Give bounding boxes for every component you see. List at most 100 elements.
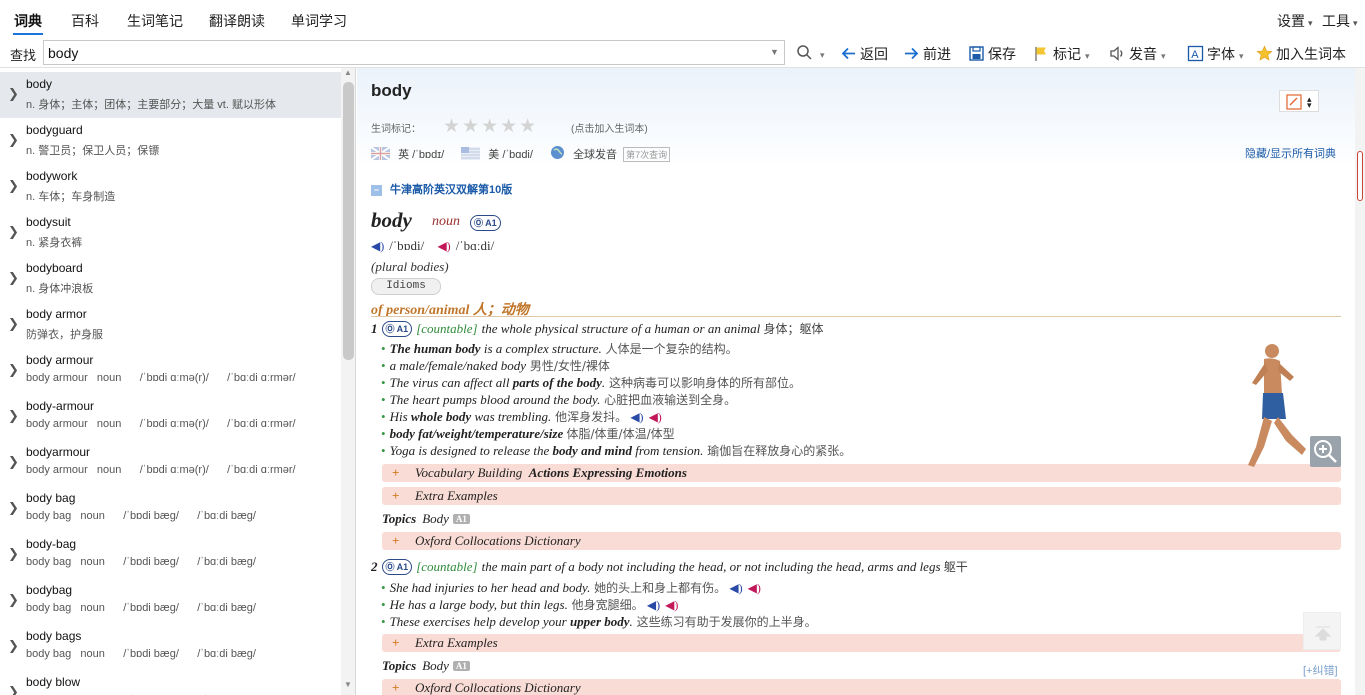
us-speaker-icon[interactable]: ◀) [649, 410, 662, 425]
global-pronunciation-link[interactable]: 全球发音 [573, 149, 617, 161]
us-flag-icon[interactable] [461, 147, 481, 160]
word-list-item[interactable]: ❯ body n. 身体；主体；团体；主要部分；大量 vt. 赋以形体 [0, 72, 341, 118]
collocations-bar[interactable]: + Oxford Collocations Dictionary [382, 532, 1341, 550]
report-error-link[interactable]: [+纠错] [1303, 662, 1338, 678]
extra-examples-bar[interactable]: + Extra Examples [382, 487, 1341, 505]
definition-scrollbar[interactable] [1355, 68, 1365, 695]
history-dropdown-icon[interactable]: ▼ [770, 47, 779, 57]
uk-speaker-icon[interactable]: ◀) [371, 239, 384, 254]
chevron-down-icon: ▾ [1308, 18, 1313, 28]
forward-button[interactable]: 前进 [903, 44, 951, 64]
word-list-item[interactable]: ❯ bodybag body bag noun /ˈbɒdi bæɡ/ /ˈbɑːd… [0, 578, 341, 624]
chevron-right-icon: ❯ [8, 684, 19, 695]
search-toolbar: 查找 ▼ ▾ 返回 前进 保存 标记 ▾ 发音 ▾ A 字体 ▾ 加入生词本 [0, 38, 1365, 68]
vocab-building-bar[interactable]: + Vocabulary Building Actions Expressing… [382, 464, 1341, 482]
topic-link[interactable]: Body [422, 658, 449, 673]
word-list-item[interactable]: ❯ bodywork n. 车体；车身制造 [0, 164, 341, 210]
top-menu-bar: 词典 百科 生词笔记 翻译朗读 单词学习 设置 ▾ 工具 ▾ [0, 0, 1365, 38]
collapse-icon[interactable]: − [371, 185, 382, 196]
zoom-image-button[interactable] [1310, 436, 1341, 467]
extra-examples-label: Extra Examples [415, 488, 498, 503]
bullet-icon: • [381, 580, 386, 595]
word-list-item[interactable]: ❯ body-bag body bag noun /ˈbɒdi bæɡ/ /ˈbɑː… [0, 532, 341, 578]
list-item-definition: body armour noun /ˈbɒdi ɑːmə(r)/ /ˈbɑːdi… [26, 418, 296, 430]
back-to-top-button[interactable] [1303, 612, 1341, 650]
word-header: body ▴ ▾ 生词标记： ★★★★★ (点击加入生词本) 英 /ˈbɒdɪ/… [357, 68, 1355, 168]
settings-menu[interactable]: 设置 ▾ [1277, 11, 1313, 31]
dictionary-name: 牛津高阶英汉双解第10版 [390, 184, 513, 196]
tab-word-learning[interactable]: 单词学习 [291, 11, 347, 31]
font-button[interactable]: A 字体 ▾ [1187, 44, 1244, 64]
tab-dictionary[interactable]: 词典 [14, 11, 42, 31]
extra-examples-bar[interactable]: + Extra Examples [382, 634, 1341, 652]
example-text: He has a large body, but thin legs. [389, 597, 568, 612]
example-sentence: • body fat/weight/temperature/size 体脂/体重/… [381, 425, 675, 442]
us-speaker-icon[interactable]: ◀) [665, 598, 678, 613]
bullet-icon: • [381, 358, 386, 373]
forward-label: 前进 [923, 46, 951, 62]
example-text: The heart pumps blood around the body. [389, 392, 601, 407]
star-rating[interactable]: ★★★★★ [443, 115, 538, 138]
globe-icon[interactable] [550, 145, 565, 160]
uk-ipa: /ˈbɒdɪ/ [412, 149, 445, 161]
running-man-illustration [1248, 344, 1306, 467]
definition-zh: 躯干 [943, 560, 968, 574]
tab-translate[interactable]: 翻译朗读 [209, 11, 265, 31]
mark-label: 标记 [1053, 46, 1081, 62]
idioms-button[interactable]: Idioms [371, 278, 441, 295]
tab-vocab-notes[interactable]: 生词笔记 [127, 11, 183, 31]
scrollbar-thumb[interactable] [343, 82, 354, 360]
toggle-dictionaries-link[interactable]: 隐藏/显示所有词典 [1245, 145, 1336, 161]
collocations-bar[interactable]: + Oxford Collocations Dictionary [382, 679, 1341, 695]
sense-1: 1 Ⓞ A1 [countable] the whole physical struc… [371, 320, 823, 337]
scroll-down-icon[interactable]: ▼ [344, 680, 352, 689]
word-list-item[interactable]: ❯ bodysuit n. 紧身衣裤 [0, 210, 341, 256]
list-item-word: body bag [26, 491, 76, 505]
arrow-left-icon [841, 47, 855, 60]
search-input[interactable] [43, 40, 785, 65]
collocations-label: Oxford Collocations Dictionary [415, 533, 581, 548]
us-phonetic: /ˈbɑːdi/ [455, 238, 495, 253]
word-list-item[interactable]: ❯ body bag body bag noun /ˈbɒdi bæɡ/ /ˈbɑː… [0, 486, 341, 532]
word-list-item[interactable]: ❯ body armour body armour noun /ˈbɒdi ɑːmə… [0, 348, 341, 394]
chevron-down-icon: ▾ [1085, 51, 1090, 61]
scroll-up-icon[interactable]: ▲ [344, 68, 352, 77]
search-button[interactable]: ▾ [796, 44, 825, 61]
vocab-mark-label: 生词标记： [371, 124, 421, 135]
word-list-item[interactable]: ❯ bodyguard n. 警卫员；保卫人员；保镖 [0, 118, 341, 164]
tab-encyclopedia[interactable]: 百科 [71, 11, 99, 31]
bullet-icon: • [381, 409, 386, 424]
add-wordbook-button[interactable]: 加入生词本 [1256, 44, 1346, 64]
entry-headword: body [371, 208, 412, 232]
save-button[interactable]: 保存 [968, 44, 1016, 64]
uk-flag-icon[interactable] [371, 147, 390, 160]
word-list-item[interactable]: ❯ bodyarmour body armour noun /ˈbɒdi ɑːmə(… [0, 440, 341, 486]
word-list-item[interactable]: ❯ body-armour body armour noun /ˈbɒdi ɑːmə… [0, 394, 341, 440]
us-speaker-icon[interactable]: ◀) [437, 239, 450, 254]
bullet-icon: • [381, 597, 386, 612]
tools-menu[interactable]: 工具 ▾ [1322, 11, 1358, 31]
uk-speaker-icon[interactable]: ◀) [729, 581, 742, 596]
scrollbar-thumb[interactable] [1357, 151, 1363, 201]
display-options-button[interactable]: ▴ ▾ [1279, 90, 1319, 112]
chevron-right-icon: ❯ [8, 454, 19, 469]
word-list-item[interactable]: ❯body blowbody blow noun /ˈbɒdi bləʊ/ /ˈ… [0, 670, 341, 695]
word-list-item[interactable]: ❯ body armor 防弹衣，护身服 [0, 302, 341, 348]
pronunciation-row: 英 /ˈbɒdɪ/ 美 /ˈbɑdi/ 全球发音 第7次查询 [371, 145, 671, 162]
chevron-down-icon: ▾ [1307, 100, 1312, 110]
uk-speaker-icon[interactable]: ◀) [630, 410, 643, 425]
word-list-item[interactable]: ❯ bodyboard n. 身体冲浪板 [0, 256, 341, 302]
uk-speaker-icon[interactable]: ◀) [647, 598, 660, 613]
example-text: from tension. [632, 443, 704, 458]
example-sentence: • She had injuries to her head and body. … [381, 579, 766, 596]
back-button[interactable]: 返回 [840, 44, 888, 64]
dictionary-section-title[interactable]: − 牛津高阶英汉双解第10版 [371, 181, 512, 197]
word-list-item[interactable]: ❯ body bags body bag noun /ˈbɒdi bæɡ/ /ˈbɑ… [0, 624, 341, 670]
mark-button[interactable]: 标记 ▾ [1033, 44, 1090, 64]
topic-link[interactable]: Body [422, 511, 449, 526]
headword: body [371, 81, 412, 100]
word-list-scrollbar[interactable]: ▲ ▼ [341, 68, 355, 695]
pronounce-button[interactable]: 发音 ▾ [1109, 44, 1166, 64]
us-speaker-icon[interactable]: ◀) [748, 581, 761, 596]
example-text: was trembling. [471, 409, 552, 424]
